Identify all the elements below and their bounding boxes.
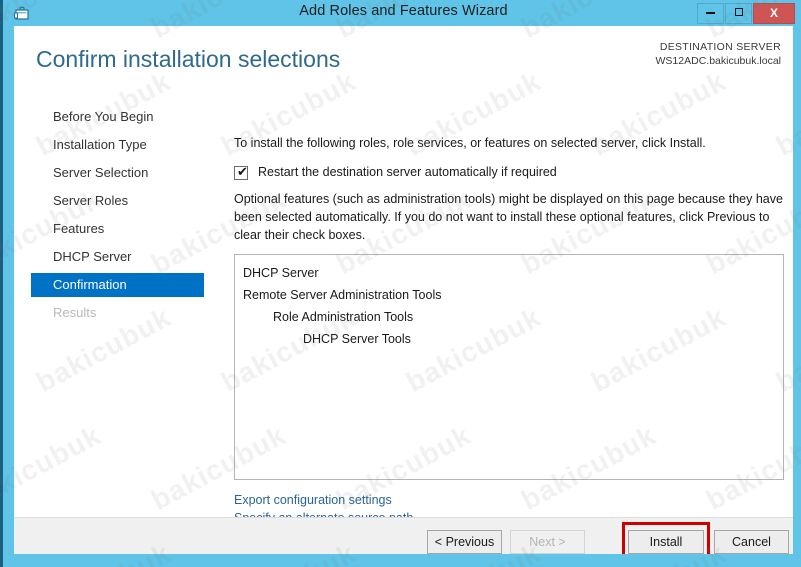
window-title: Add Roles and Features Wizard: [299, 3, 508, 19]
sidebar-item-features[interactable]: Features: [31, 217, 204, 241]
list-item: Remote Server Administration Tools: [243, 288, 442, 302]
checkmark-icon: ✔: [237, 165, 248, 180]
destination-server-label: DESTINATION SERVER: [659, 41, 781, 53]
next-button: Next >: [510, 530, 585, 554]
page-header: Confirm installation selections DESTINAT…: [14, 26, 793, 99]
title-bar: Add Roles and Features Wizard X: [3, 0, 801, 26]
sidebar-item-confirmation[interactable]: Confirmation: [31, 273, 204, 297]
restart-checkbox-label: Restart the destination server automatic…: [258, 165, 557, 179]
cancel-button[interactable]: Cancel: [714, 530, 789, 554]
destination-server-block: DESTINATION SERVER WS12ADC.bakicubuk.loc…: [656, 40, 781, 68]
install-button[interactable]: Install: [628, 530, 704, 554]
sidebar-item-installation-type[interactable]: Installation Type: [31, 133, 204, 157]
selected-features-list[interactable]: DHCP Server Remote Server Administration…: [234, 254, 784, 480]
destination-server-name: WS12ADC.bakicubuk.local: [655, 55, 781, 67]
list-item: Role Administration Tools: [273, 310, 414, 324]
minimize-icon: [706, 12, 715, 14]
close-button[interactable]: X: [753, 3, 795, 24]
sidebar-item-results: Results: [53, 305, 97, 320]
client-area: Confirm installation selections DESTINAT…: [14, 26, 793, 554]
intro-text: To install the following roles, role ser…: [234, 136, 706, 150]
page-title: Confirm installation selections: [36, 46, 341, 72]
maximize-icon: [734, 8, 743, 16]
maximize-button[interactable]: [725, 3, 752, 24]
previous-button[interactable]: < Previous: [427, 530, 502, 554]
restart-checkbox[interactable]: ✔: [234, 166, 248, 180]
list-item: DHCP Server Tools: [303, 332, 411, 346]
wizard-steps-nav: Before You Begin Installation Type Serve…: [14, 99, 222, 517]
wizard-window: Add Roles and Features Wizard X Confirm …: [0, 0, 801, 567]
main-pane: To install the following roles, role ser…: [221, 99, 793, 525]
sidebar-item-server-selection[interactable]: Server Selection: [31, 161, 204, 185]
minimize-button[interactable]: [697, 3, 724, 24]
sidebar-item-before-you-begin[interactable]: Before You Begin: [31, 105, 204, 129]
sidebar-item-server-roles[interactable]: Server Roles: [31, 189, 204, 213]
list-item: DHCP Server: [243, 266, 319, 280]
export-configuration-settings-link[interactable]: Export configuration settings: [234, 491, 413, 509]
footer-bar: < Previous Next > Install Cancel: [14, 517, 793, 554]
sidebar-item-dhcp-server[interactable]: DHCP Server: [31, 245, 204, 269]
optional-features-text: Optional features (such as administratio…: [234, 192, 783, 242]
